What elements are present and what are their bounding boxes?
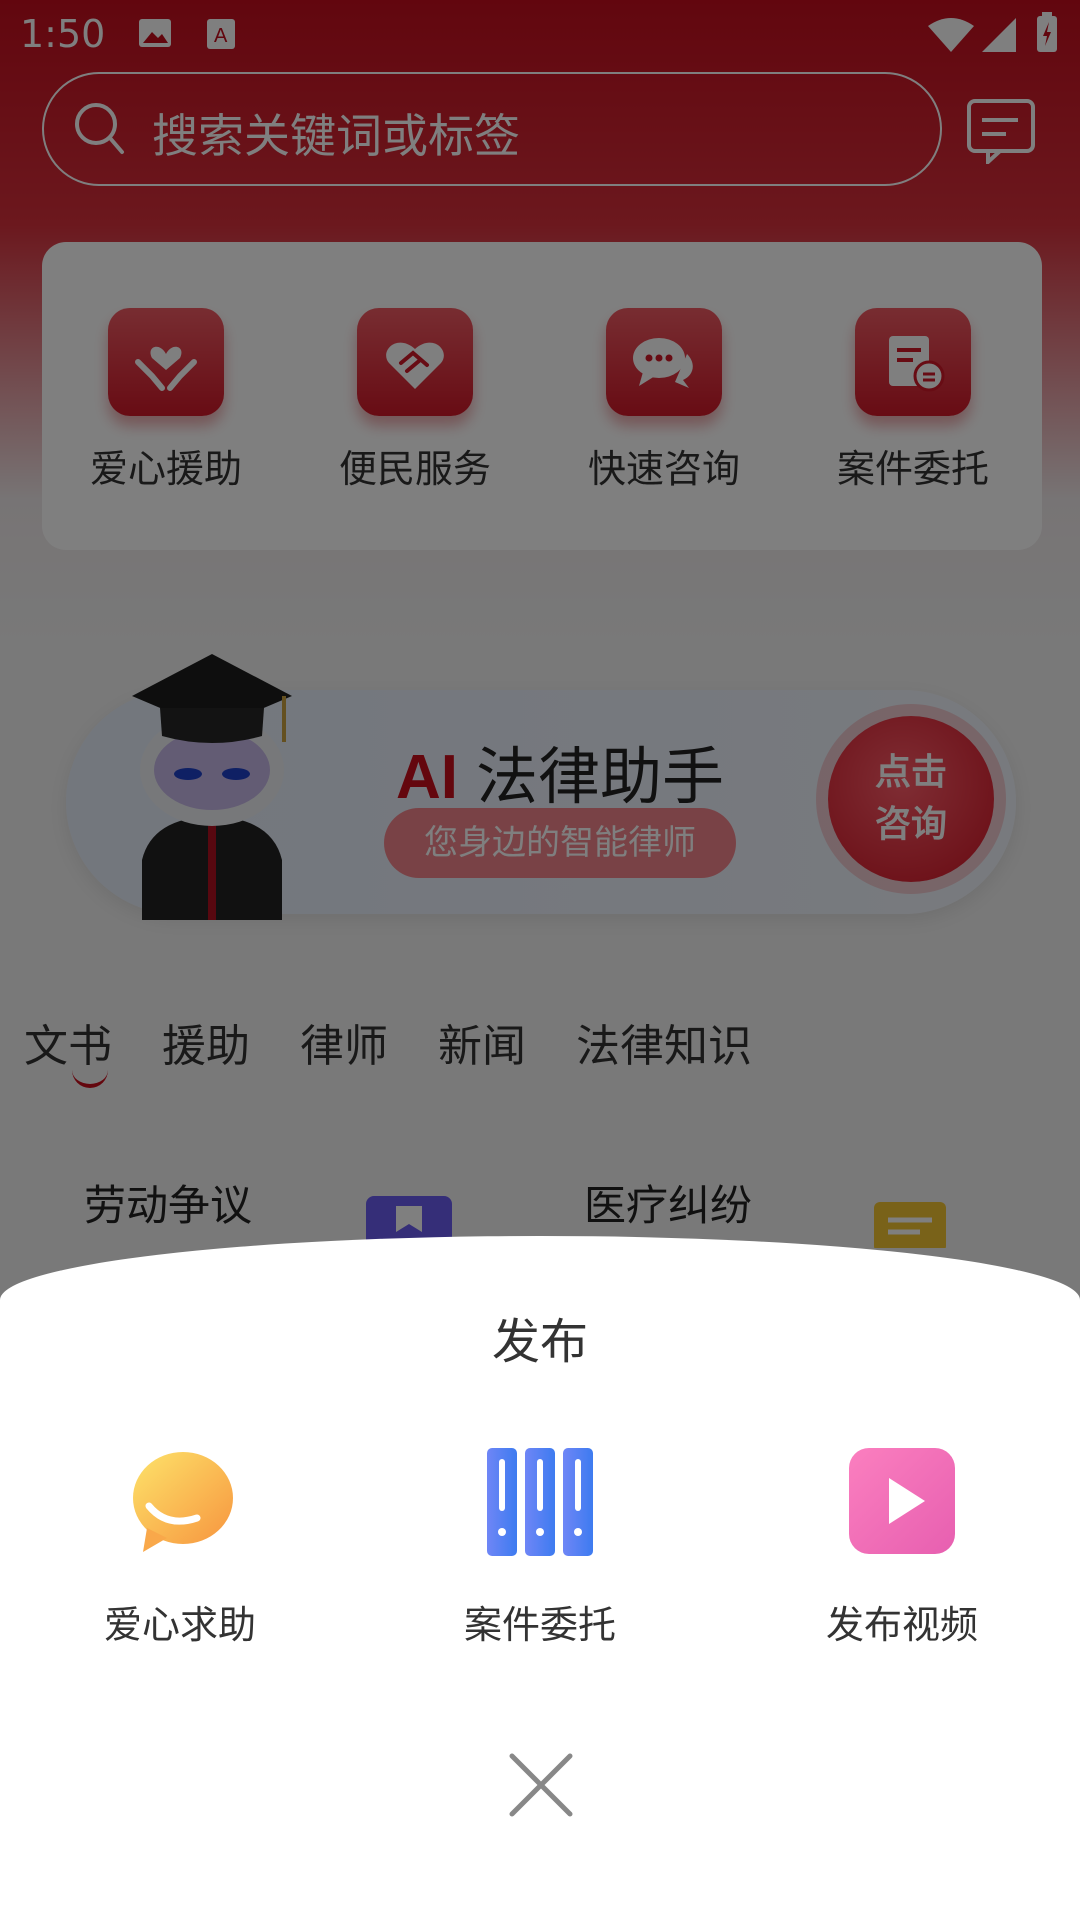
close-icon[interactable]	[508, 1752, 574, 1818]
publish-help-request-button[interactable]: 爱心求助	[60, 1448, 300, 1649]
publish-action-label: 发布视频	[825, 1603, 978, 1647]
play-icon	[849, 1448, 955, 1554]
publish-action-label: 案件委托	[463, 1603, 616, 1647]
publish-sheet: 发布 爱心求助 案件委托 发布视频	[0, 1236, 1080, 1920]
folders-icon	[487, 1448, 593, 1556]
publish-action-label: 爱心求助	[103, 1603, 256, 1647]
chat-bubble-icon	[127, 1448, 233, 1554]
publish-video-button[interactable]: 发布视频	[782, 1448, 1022, 1649]
publish-case-entrust-button[interactable]: 案件委托	[420, 1448, 660, 1649]
publish-sheet-title: 发布	[491, 1314, 588, 1370]
